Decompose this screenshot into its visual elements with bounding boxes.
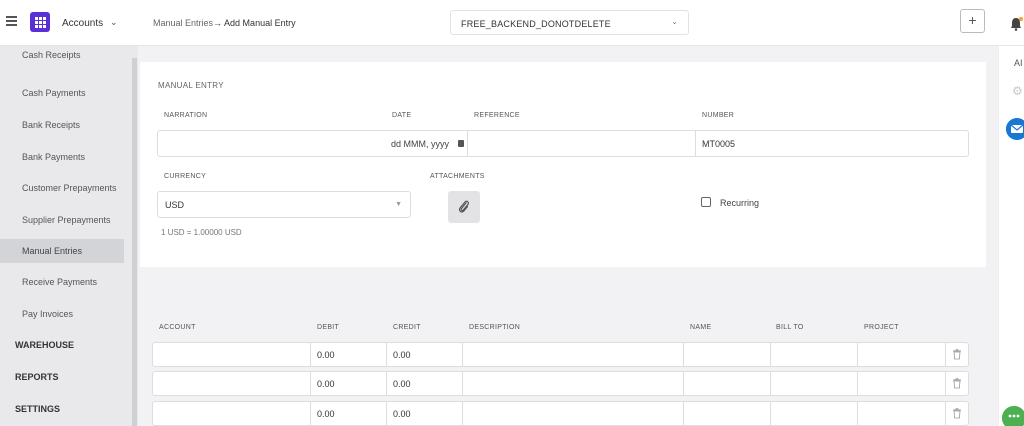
right-rail-label: AI (1014, 58, 1023, 68)
date-input[interactable]: dd MMM, yyyy (391, 139, 449, 149)
bill-to-cell[interactable] (770, 343, 857, 366)
sidebar-item-cash-receipts[interactable]: Cash Receipts (0, 48, 124, 62)
recurring-checkbox[interactable] (701, 197, 711, 207)
sidebar-item-bank-receipts[interactable]: Bank Receipts (0, 113, 124, 137)
manual-entry-card (140, 62, 986, 267)
reference-input[interactable] (468, 131, 695, 156)
column-header-debit: DEBIT (317, 324, 340, 331)
add-button[interactable]: + (960, 9, 985, 33)
attach-button[interactable] (448, 191, 480, 223)
description-cell[interactable] (462, 402, 683, 425)
top-bar: Accounts ⌄ Manual Entries→ Add Manual En… (0, 0, 1024, 46)
sidebar-item-manual-entries[interactable]: Manual Entries (0, 239, 124, 263)
sidebar-item-customer-prepayments[interactable]: Customer Prepayments (0, 176, 124, 200)
calendar-icon[interactable] (458, 140, 464, 147)
name-cell[interactable] (683, 402, 770, 425)
currency-value: USD (165, 200, 185, 210)
debit-cell[interactable]: 0.00 (310, 372, 386, 395)
header-inputs-row (157, 130, 969, 157)
number-value: MT0005 (702, 139, 736, 149)
credit-cell[interactable]: 0.00 (386, 372, 462, 395)
debit-cell[interactable]: 0.00 (310, 343, 386, 366)
sidebar-item-supplier-prepayments[interactable]: Supplier Prepayments (0, 208, 124, 232)
credit-value: 0.00 (393, 409, 411, 419)
sidebar-item-pay-invoices[interactable]: Pay Invoices (0, 302, 124, 326)
credit-cell[interactable]: 0.00 (386, 402, 462, 425)
breadcrumb-parent[interactable]: Manual Entries (153, 18, 213, 28)
paperclip-icon (458, 200, 469, 213)
chevron-down-icon: ▼ (395, 201, 402, 208)
reference-label: REFERENCE (474, 112, 520, 119)
table-row: 0.00 0.00 (152, 401, 969, 426)
credit-value: 0.00 (393, 379, 411, 389)
form-title: MANUAL ENTRY (158, 81, 224, 90)
sidebar-section-reports[interactable]: REPORTS (0, 365, 124, 389)
grid-logo-icon (30, 12, 50, 32)
breadcrumb: Manual Entries→ Add Manual Entry (153, 18, 296, 28)
chevron-down-icon: ⌄ (671, 17, 678, 26)
table-row: 0.00 0.00 (152, 371, 969, 396)
chat-icon[interactable] (1002, 406, 1024, 426)
currency-select[interactable]: USD ▼ (157, 191, 411, 218)
sidebar-item-receive-payments[interactable]: Receive Payments (0, 270, 124, 294)
project-cell[interactable] (857, 402, 945, 425)
project-cell[interactable] (857, 343, 945, 366)
column-header-name: NAME (690, 324, 712, 331)
bell-icon[interactable] (1008, 16, 1024, 32)
account-cell[interactable] (153, 343, 310, 366)
currency-label: CURRENCY (164, 173, 207, 180)
attachments-label: ATTACHMENTS (430, 173, 485, 180)
app-switcher[interactable]: Accounts (62, 18, 103, 29)
right-rail: AI (998, 46, 1024, 426)
bill-to-cell[interactable] (770, 372, 857, 395)
column-header-bill-to: BILL TO (776, 324, 804, 331)
organization-value: FREE_BACKEND_DONOTDELETE (461, 19, 611, 29)
description-cell[interactable] (462, 343, 683, 366)
credit-cell[interactable]: 0.00 (386, 343, 462, 366)
account-cell[interactable] (153, 372, 310, 395)
breadcrumb-arrow: → (213, 18, 223, 28)
sidebar: Cash Receipts Cash Payments Bank Receipt… (0, 46, 138, 426)
sidebar-item-bank-payments[interactable]: Bank Payments (0, 145, 124, 169)
recurring-label: Recurring (720, 198, 760, 208)
description-cell[interactable] (462, 372, 683, 395)
sidebar-section-warehouse[interactable]: WAREHOUSE (0, 333, 124, 357)
hamburger-icon[interactable] (6, 16, 17, 26)
trash-icon[interactable] (952, 378, 962, 389)
exchange-rate: 1 USD = 1.00000 USD (161, 228, 242, 237)
sidebar-section-settings[interactable]: SETTINGS (0, 397, 124, 421)
debit-value: 0.00 (317, 379, 335, 389)
gear-icon[interactable]: ⚙ (1012, 84, 1023, 98)
project-cell[interactable] (857, 372, 945, 395)
date-label: DATE (392, 112, 412, 119)
sidebar-scrollbar[interactable] (132, 58, 137, 426)
debit-value: 0.00 (317, 409, 335, 419)
column-header-account: ACCOUNT (159, 324, 196, 331)
account-cell[interactable] (153, 402, 310, 425)
bill-to-cell[interactable] (770, 402, 857, 425)
trash-icon[interactable] (952, 408, 962, 419)
trash-icon[interactable] (952, 349, 962, 360)
name-cell[interactable] (683, 372, 770, 395)
credit-value: 0.00 (393, 350, 411, 360)
narration-label: NARRATION (164, 112, 208, 119)
column-header-credit: CREDIT (393, 324, 421, 331)
mail-icon[interactable] (1006, 118, 1024, 140)
organization-select[interactable]: FREE_BACKEND_DONOTDELETE ⌄ (450, 10, 689, 35)
breadcrumb-current: Add Manual Entry (224, 18, 296, 28)
sidebar-item-cash-payments[interactable]: Cash Payments (0, 81, 124, 105)
chevron-down-icon[interactable]: ⌄ (110, 17, 118, 28)
debit-value: 0.00 (317, 350, 335, 360)
column-header-description: DESCRIPTION (469, 324, 521, 331)
number-input[interactable] (696, 131, 968, 156)
number-label: NUMBER (702, 112, 735, 119)
table-row: 0.00 0.00 (152, 342, 969, 367)
name-cell[interactable] (683, 343, 770, 366)
debit-cell[interactable]: 0.00 (310, 402, 386, 425)
column-header-project: PROJECT (864, 324, 899, 331)
